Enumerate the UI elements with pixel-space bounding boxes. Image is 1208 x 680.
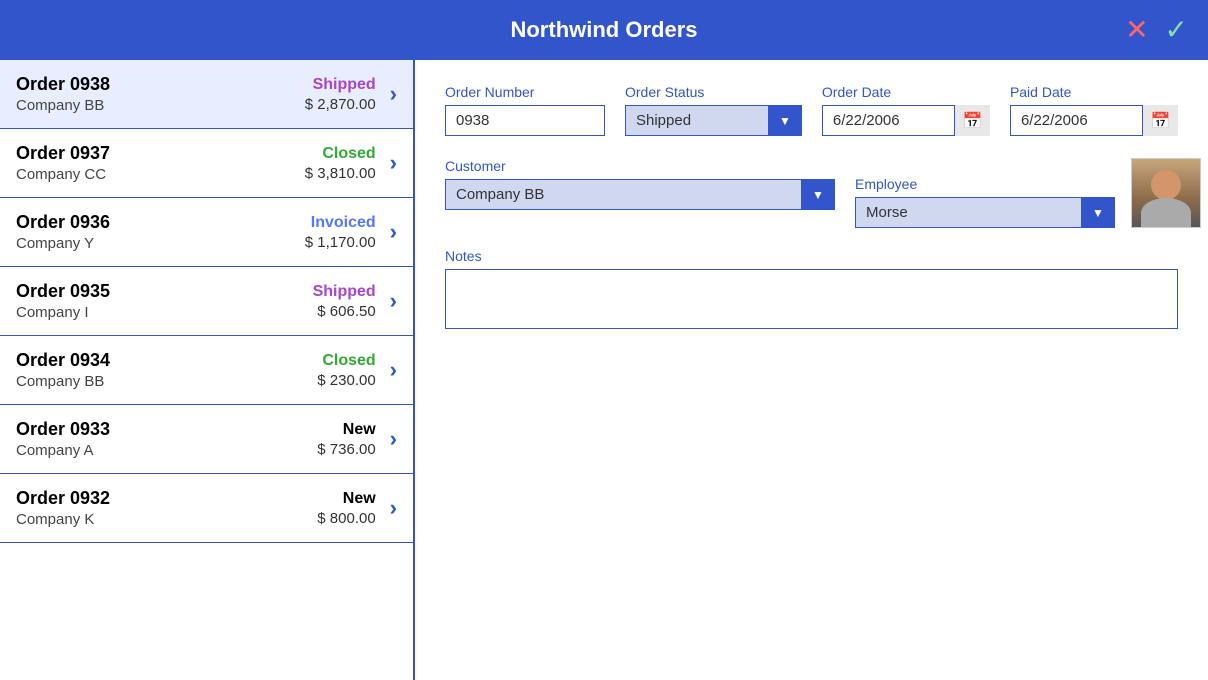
order-item-right: Shipped $ 606.50 [313, 283, 376, 320]
customer-label: Customer [445, 158, 835, 174]
order-item-info: Order 0935 Company I [16, 281, 313, 321]
order-item-right: New $ 736.00 [317, 421, 375, 458]
title-bar-buttons: ✕ ✓ [1121, 16, 1192, 44]
order-item-chevron: › [390, 150, 397, 176]
order-date-group: Order Date 📅 [822, 84, 990, 138]
order-item-company: Company A [16, 442, 317, 459]
app-window: Northwind Orders ✕ ✓ Order 0938 Company … [0, 0, 1208, 680]
order-item-title: Order 0934 [16, 350, 317, 371]
order-number-label: Order Number [445, 84, 605, 100]
order-date-wrapper: 📅 [822, 105, 990, 136]
order-item-info: Order 0932 Company K [16, 488, 317, 528]
customer-group: Customer Company ACompany BBCompany CCCo… [445, 158, 835, 228]
order-item-right: Invoiced $ 1,170.00 [305, 214, 376, 251]
order-list-item[interactable]: Order 0934 Company BB Closed $ 230.00 › [0, 336, 413, 405]
order-item-title: Order 0938 [16, 74, 305, 95]
order-item-company: Company CC [16, 166, 305, 183]
order-list-item[interactable]: Order 0932 Company K New $ 800.00 › [0, 474, 413, 543]
order-item-title: Order 0933 [16, 419, 317, 440]
order-item-amount: $ 1,170.00 [305, 234, 376, 251]
notes-label: Notes [445, 248, 1178, 264]
notes-group: Notes [445, 248, 1178, 329]
order-item-company: Company I [16, 304, 313, 321]
employee-select-wrapper: MorseFreehaferKotasSergienko [855, 197, 1115, 228]
order-item-status: New [343, 490, 376, 508]
order-item-status: Invoiced [311, 214, 376, 232]
order-item-status: New [343, 421, 376, 439]
paid-date-label: Paid Date [1010, 84, 1178, 100]
notes-textarea[interactable] [445, 269, 1178, 329]
order-item-right: Closed $ 230.00 [317, 352, 375, 389]
order-item-title: Order 0936 [16, 212, 305, 233]
order-item-status: Closed [322, 352, 375, 370]
order-item-amount: $ 736.00 [317, 441, 375, 458]
order-item-info: Order 0933 Company A [16, 419, 317, 459]
order-item-company: Company BB [16, 97, 305, 114]
order-detail-panel: Order Number Order Status NewInvoicedShi… [415, 60, 1208, 680]
order-item-title: Order 0937 [16, 143, 305, 164]
order-item-title: Order 0932 [16, 488, 317, 509]
order-item-status: Shipped [313, 76, 376, 94]
title-bar: Northwind Orders ✕ ✓ [0, 0, 1208, 60]
paid-date-calendar-icon[interactable]: 📅 [1142, 105, 1178, 136]
employee-photo-image [1132, 158, 1200, 228]
order-item-company: Company K [16, 511, 317, 528]
order-item-right: New $ 800.00 [317, 490, 375, 527]
employee-photo [1131, 158, 1201, 228]
order-item-amount: $ 606.50 [317, 303, 375, 320]
customer-select-wrapper: Company ACompany BBCompany CCCompany ICo… [445, 179, 835, 210]
paid-date-wrapper: 📅 [1010, 105, 1178, 136]
order-date-calendar-icon[interactable]: 📅 [954, 105, 990, 136]
order-status-label: Order Status [625, 84, 802, 100]
order-list-item[interactable]: Order 0933 Company A New $ 736.00 › [0, 405, 413, 474]
order-item-chevron: › [390, 495, 397, 521]
order-item-company: Company BB [16, 373, 317, 390]
order-item-amount: $ 3,810.00 [305, 165, 376, 182]
order-item-info: Order 0938 Company BB [16, 74, 305, 114]
order-item-amount: $ 2,870.00 [305, 96, 376, 113]
order-list-panel: Order 0938 Company BB Shipped $ 2,870.00… [0, 60, 415, 680]
order-item-company: Company Y [16, 235, 305, 252]
order-number-group: Order Number [445, 84, 605, 138]
close-button[interactable]: ✕ [1121, 16, 1152, 44]
order-item-chevron: › [390, 81, 397, 107]
employee-section: Employee MorseFreehaferKotasSergienko [855, 158, 1201, 228]
employee-label: Employee [855, 176, 1115, 192]
order-item-chevron: › [390, 219, 397, 245]
main-content: Order 0938 Company BB Shipped $ 2,870.00… [0, 60, 1208, 680]
order-item-info: Order 0937 Company CC [16, 143, 305, 183]
paid-date-group: Paid Date 📅 [1010, 84, 1178, 138]
confirm-button[interactable]: ✓ [1161, 16, 1192, 44]
order-status-group: Order Status NewInvoicedShippedClosed [625, 84, 802, 136]
order-item-status: Closed [322, 145, 375, 163]
order-number-input[interactable] [445, 105, 605, 136]
order-item-right: Closed $ 3,810.00 [305, 145, 376, 182]
order-list-item[interactable]: Order 0935 Company I Shipped $ 606.50 › [0, 267, 413, 336]
order-item-amount: $ 800.00 [317, 510, 375, 527]
order-item-info: Order 0934 Company BB [16, 350, 317, 390]
order-item-chevron: › [390, 357, 397, 383]
order-list-item[interactable]: Order 0936 Company Y Invoiced $ 1,170.00… [0, 198, 413, 267]
order-item-status: Shipped [313, 283, 376, 301]
employee-select[interactable]: MorseFreehaferKotasSergienko [855, 197, 1115, 228]
order-item-info: Order 0936 Company Y [16, 212, 305, 252]
order-item-title: Order 0935 [16, 281, 313, 302]
order-item-chevron: › [390, 426, 397, 452]
form-row-2: Customer Company ACompany BBCompany CCCo… [445, 158, 1178, 228]
order-list-item[interactable]: Order 0937 Company CC Closed $ 3,810.00 … [0, 129, 413, 198]
order-status-select[interactable]: NewInvoicedShippedClosed [625, 105, 802, 136]
order-item-right: Shipped $ 2,870.00 [305, 76, 376, 113]
form-row-1: Order Number Order Status NewInvoicedShi… [445, 84, 1178, 138]
order-date-label: Order Date [822, 84, 990, 100]
app-title: Northwind Orders [510, 17, 697, 43]
order-list-item[interactable]: Order 0938 Company BB Shipped $ 2,870.00… [0, 60, 413, 129]
order-item-chevron: › [390, 288, 397, 314]
customer-select[interactable]: Company ACompany BBCompany CCCompany ICo… [445, 179, 835, 210]
order-status-select-wrapper: NewInvoicedShippedClosed [625, 105, 802, 136]
order-item-amount: $ 230.00 [317, 372, 375, 389]
employee-group: Employee MorseFreehaferKotasSergienko [855, 176, 1115, 228]
